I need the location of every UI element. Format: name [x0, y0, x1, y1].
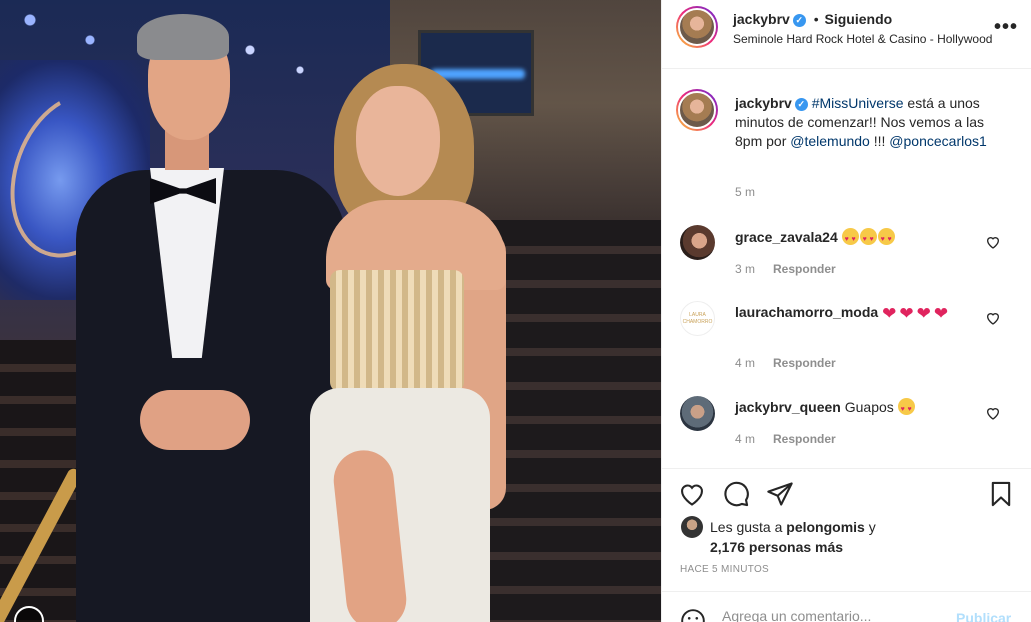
comment-time[interactable]: 4 m [735, 432, 755, 446]
comment-input[interactable] [722, 608, 942, 622]
add-comment-bar: Publicar [662, 591, 1031, 622]
woman-gold-bodice [330, 270, 464, 392]
caption-avatar[interactable] [676, 89, 718, 131]
following-button[interactable]: Siguiendo [825, 11, 893, 27]
heart-eyes-emoji-icon [897, 398, 916, 419]
comment-meta: 3 m Responder [735, 262, 836, 276]
red-hearts-emoji-icon: ❤ ❤ ❤ ❤ [882, 304, 949, 323]
comment-bubble-icon[interactable] [722, 480, 750, 508]
comment-item: jackybrv_queen Guapos [735, 398, 975, 419]
comment-avatar[interactable] [680, 225, 715, 260]
like-comment-heart-icon[interactable] [985, 234, 1001, 250]
avatar-image [678, 91, 716, 129]
post-photo[interactable] [0, 0, 661, 622]
post-header: jackybrv ✓ • Siguiendo Seminole Hard Rock… [662, 0, 1031, 69]
caption-username[interactable]: jackybrv [735, 95, 792, 111]
comment-avatar[interactable]: LAURA CHAMORRO [680, 301, 715, 336]
reply-button[interactable]: Responder [773, 432, 836, 446]
verified-badge-icon: ✓ [794, 98, 808, 111]
reply-button[interactable]: Responder [773, 262, 836, 276]
comment-meta: 4 m Responder [735, 356, 836, 370]
comment-username[interactable]: grace_zavala24 [735, 229, 838, 245]
caption-time[interactable]: 5 m [735, 185, 755, 199]
author-avatar[interactable] [676, 6, 718, 48]
author-row: jackybrv ✓ • Siguiendo [733, 11, 892, 27]
mention-poncecarlos1[interactable]: @poncecarlos1 [889, 133, 987, 149]
like-comment-heart-icon[interactable] [985, 405, 1001, 421]
like-heart-icon[interactable] [678, 480, 706, 508]
avatar-image [678, 8, 716, 46]
more-options-icon[interactable]: ••• [994, 16, 1018, 39]
man-hair [137, 14, 229, 60]
likes-prefix: Les gusta a [710, 519, 787, 535]
mention-telemundo[interactable]: @telemundo [790, 133, 870, 149]
comment-meta: 4 m Responder [735, 432, 836, 446]
post-sidebar: jackybrv ✓ • Siguiendo Seminole Hard Rock… [661, 0, 1031, 622]
separator-dot: • [813, 11, 819, 27]
woman-face [356, 86, 440, 196]
likes-connector: y [864, 519, 876, 535]
location-link[interactable]: Seminole Hard Rock Hotel & Casino - Holl… [733, 32, 1005, 46]
likes-count-link[interactable]: 2,176 personas más [710, 539, 843, 555]
verified-badge-icon: ✓ [792, 14, 806, 27]
share-send-icon[interactable] [766, 480, 794, 508]
comment-username[interactable]: laurachamorro_moda [735, 304, 878, 320]
man-hands [140, 390, 250, 450]
publish-button[interactable]: Publicar [956, 610, 1011, 622]
comment-item: laurachamorro_moda ❤ ❤ ❤ ❤ [735, 303, 975, 323]
post-timestamp[interactable]: HACE 5 MINUTOS [680, 564, 769, 575]
comment-time[interactable]: 3 m [735, 262, 755, 276]
comment-username[interactable]: jackybrv_queen [735, 399, 841, 415]
comment-text: Guapos [844, 399, 894, 415]
emoji-smile-icon[interactable] [680, 608, 706, 622]
author-username[interactable]: jackybrv [733, 11, 790, 27]
post-caption: jackybrv ✓ #MissUniverse está a unos minu… [735, 94, 1005, 151]
comment-time[interactable]: 4 m [735, 356, 755, 370]
comment-item: grace_zavala24 [735, 228, 975, 249]
like-comment-heart-icon[interactable] [985, 310, 1001, 326]
hashtag-link[interactable]: #MissUniverse [812, 95, 904, 111]
likes-summary: Les gusta a pelongomis y 2,176 personas … [710, 517, 950, 557]
caption-text-2: !!! [869, 133, 890, 149]
comment-avatar[interactable] [680, 396, 715, 431]
liker-avatar[interactable] [681, 516, 703, 538]
bookmark-icon[interactable] [987, 480, 1015, 508]
liker-username[interactable]: pelongomis [786, 519, 865, 535]
heart-eyes-emoji-icon [841, 228, 896, 249]
reply-button[interactable]: Responder [773, 356, 836, 370]
